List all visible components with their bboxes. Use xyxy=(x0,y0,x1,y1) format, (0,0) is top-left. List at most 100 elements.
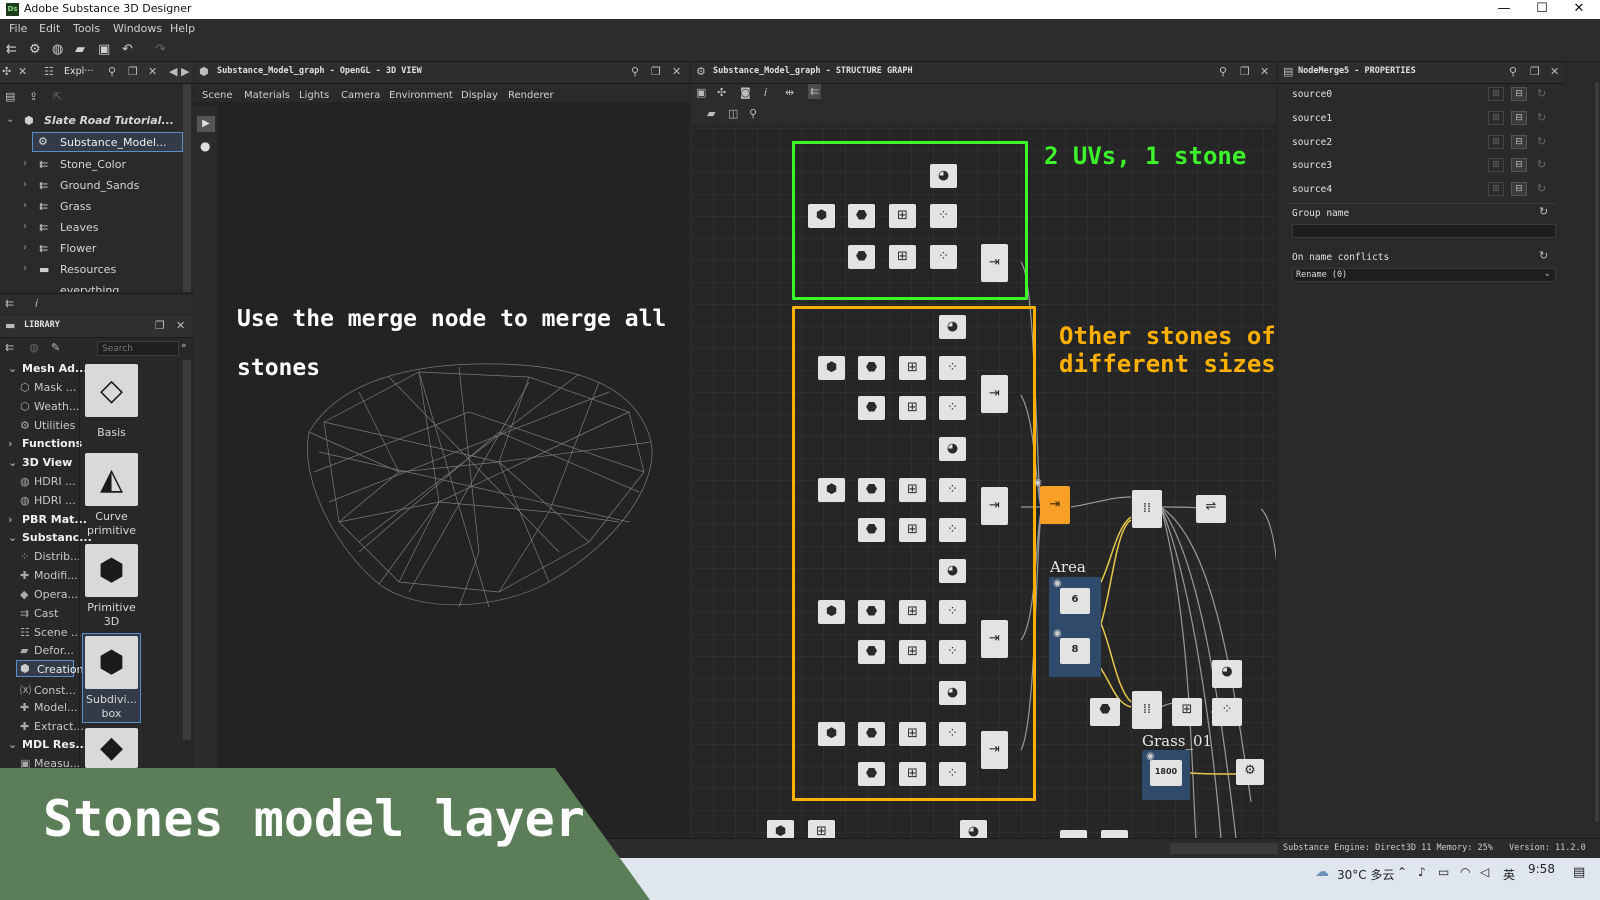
lib-cat-weathering[interactable]: ⬡ Weath... xyxy=(20,400,80,413)
lib-cat-mdl-resources[interactable]: ⌄ MDL Res... xyxy=(8,738,88,751)
volume-icon[interactable]: ◁ xyxy=(1480,865,1489,879)
lib-cat-utilities[interactable]: ⚙ Utilities xyxy=(20,419,75,432)
node-transform[interactable]: ⬣ xyxy=(848,204,875,228)
tree-item-grass[interactable]: › ⇇ Grass xyxy=(23,200,91,213)
props-float-icon[interactable]: ❐ xyxy=(1530,65,1540,78)
library-close-icon[interactable]: ✕ xyxy=(176,319,185,332)
group-name-input[interactable] xyxy=(1292,224,1556,238)
lib-cat-hdri-2[interactable]: ◍ HDRI ... xyxy=(20,494,76,507)
node-output-b[interactable]: ◕ xyxy=(939,315,966,339)
node-transform-b[interactable]: ⬣ xyxy=(858,356,885,380)
pin-icon[interactable]: ⚲ xyxy=(108,65,116,78)
node-scatter-2[interactable]: ⁘ xyxy=(930,245,957,269)
lib-cat-modifiers[interactable]: ✚ Modifi... xyxy=(20,569,78,582)
node-uv-g[interactable]: ⊞ xyxy=(1172,698,1202,726)
source1-reset-icon[interactable]: ↻ xyxy=(1537,111,1546,124)
redo-icon[interactable]: ↷ xyxy=(155,42,166,57)
node-uv-e2[interactable]: ⊞ xyxy=(899,762,926,786)
camera-icon[interactable]: ▶ xyxy=(197,116,215,132)
menu-windows[interactable]: Windows xyxy=(113,22,162,35)
library-edit-icon[interactable]: ✎ xyxy=(51,341,60,354)
node-uv-e[interactable]: ⊞ xyxy=(899,722,926,746)
lib-cat-pbr-materials[interactable]: › PBR Mat... xyxy=(8,513,87,526)
tab-camera[interactable]: Camera xyxy=(341,90,380,101)
node-transform-d2[interactable]: ⬣ xyxy=(858,640,885,664)
lib-cat-cast[interactable]: ⇉ Cast xyxy=(20,607,58,620)
node-transform-2[interactable]: ⬣ xyxy=(848,245,875,269)
weather-icon[interactable]: ☁ xyxy=(1315,864,1329,880)
node-transform-b2[interactable]: ⬣ xyxy=(858,396,885,420)
node-uv[interactable]: ⊞ xyxy=(889,204,916,228)
node-bottom-3[interactable]: ◕ xyxy=(960,820,987,838)
node-bottom-2[interactable]: ⊞ xyxy=(808,820,835,838)
prev-tab-icon[interactable]: ◀ xyxy=(169,65,177,78)
node-mesh-d[interactable]: ⬢ xyxy=(818,600,845,624)
expand-icon[interactable]: ⌄ xyxy=(6,114,14,125)
node-output[interactable]: ◕ xyxy=(930,164,957,188)
wifi-icon[interactable]: ◠ xyxy=(1460,865,1470,879)
lib-cat-mesh-adaptive[interactable]: ⌄ Mesh Ad... xyxy=(8,362,88,375)
ime-indicator[interactable]: 英 xyxy=(1503,866,1515,883)
node-merge-d[interactable]: ⇥ xyxy=(981,620,1008,658)
move-icon[interactable]: ✣ xyxy=(2,65,11,78)
publish-icon[interactable]: ⇱ xyxy=(53,90,62,103)
lib-cat-creation-selected[interactable]: ⬢ Creation xyxy=(16,660,84,677)
lib-cat-scene[interactable]: ☷ Scene ... xyxy=(20,626,82,639)
source2-link-icon[interactable]: ⊟ xyxy=(1511,135,1527,149)
selected-graph-item[interactable]: ⚙ Substance_Model... xyxy=(32,132,183,152)
tab-lights[interactable]: Lights xyxy=(299,90,329,101)
node-transform-out[interactable]: ⇌ xyxy=(1196,495,1226,523)
node-merge-5-selected[interactable]: ⇥ xyxy=(1040,486,1070,524)
props-close-icon[interactable]: ✕ xyxy=(1550,65,1559,78)
next-tab-icon[interactable]: ▶ xyxy=(181,65,189,78)
right-scrollbar[interactable] xyxy=(1595,82,1599,822)
source3-link-icon[interactable]: ⊟ xyxy=(1511,158,1527,172)
tree-item-stone-color[interactable]: › ⇇ Stone_Color xyxy=(23,158,126,171)
maximize-icon[interactable]: ☐ xyxy=(1531,1,1553,16)
lib-cat-extract[interactable]: ✚ Extract... xyxy=(20,720,84,733)
node-uv-b2[interactable]: ⊞ xyxy=(899,396,926,420)
node-transform-c2[interactable]: ⬣ xyxy=(858,518,885,542)
props-pin-icon[interactable]: ⚲ xyxy=(1509,65,1517,78)
node-scatter-d2[interactable]: ⁘ xyxy=(939,640,966,664)
3d-float-icon[interactable]: ❐ xyxy=(651,65,661,78)
node-value-8[interactable]: 8 xyxy=(1060,638,1090,664)
node-scatter-g[interactable]: ⁞⁞ xyxy=(1132,691,1162,729)
source4-reset-icon[interactable]: ↻ xyxy=(1537,182,1546,195)
node-value-1800[interactable]: 1800 xyxy=(1150,760,1182,786)
new-substance-icon[interactable]: ⚙ xyxy=(29,42,41,57)
node-uv-c2[interactable]: ⊞ xyxy=(899,518,926,542)
node-merge-c[interactable]: ⇥ xyxy=(981,487,1008,525)
node-scatter-e[interactable]: ⁘ xyxy=(939,722,966,746)
info-icon[interactable]: i xyxy=(35,297,38,310)
library-search-input[interactable] xyxy=(97,341,179,356)
node-merge-e[interactable]: ⇥ xyxy=(981,731,1008,769)
save-icon[interactable]: ▣ xyxy=(98,42,110,57)
source0-link-icon[interactable]: ⊟ xyxy=(1511,87,1527,101)
node-scatter-c2[interactable]: ⁘ xyxy=(939,518,966,542)
lib-cat-operators[interactable]: ◆ Opera... xyxy=(20,588,78,601)
save-package-icon[interactable]: ▤ xyxy=(5,90,15,103)
close-tab-icon[interactable]: ✕ xyxy=(18,65,27,78)
node-transform-c[interactable]: ⬣ xyxy=(858,478,885,502)
float-icon[interactable]: ❐ xyxy=(128,65,138,78)
node-output-d[interactable]: ◕ xyxy=(939,559,966,583)
source1-add-icon[interactable]: ⊞ xyxy=(1488,111,1504,125)
group-name-reset-icon[interactable]: ↻ xyxy=(1539,205,1548,218)
tree-item-flower[interactable]: › ⇇ Flower xyxy=(23,242,96,255)
explorer-scrollbar[interactable] xyxy=(183,84,191,292)
tab-display[interactable]: Display xyxy=(461,90,498,101)
source0-add-icon[interactable]: ⊞ xyxy=(1488,87,1504,101)
node-uv-2[interactable]: ⊞ xyxy=(889,245,916,269)
source3-reset-icon[interactable]: ↻ xyxy=(1537,158,1546,171)
node-mesh-b[interactable]: ⬢ xyxy=(818,356,845,380)
tree-item-resources[interactable]: › ▬ Resources xyxy=(23,263,116,276)
node-scatter-g2[interactable]: ⁘ xyxy=(1212,698,1242,726)
source4-link-icon[interactable]: ⊟ xyxy=(1511,182,1527,196)
lib-cat-3d-view[interactable]: ⌄ 3D View xyxy=(8,456,72,469)
tree-item-everything[interactable]: everything xyxy=(60,284,119,292)
source2-reset-icon[interactable]: ↻ xyxy=(1537,135,1546,148)
source4-add-icon[interactable]: ⊞ xyxy=(1488,182,1504,196)
library-filter-icon[interactable]: ⇇ xyxy=(5,341,14,354)
node-transform-e[interactable]: ⬣ xyxy=(858,722,885,746)
